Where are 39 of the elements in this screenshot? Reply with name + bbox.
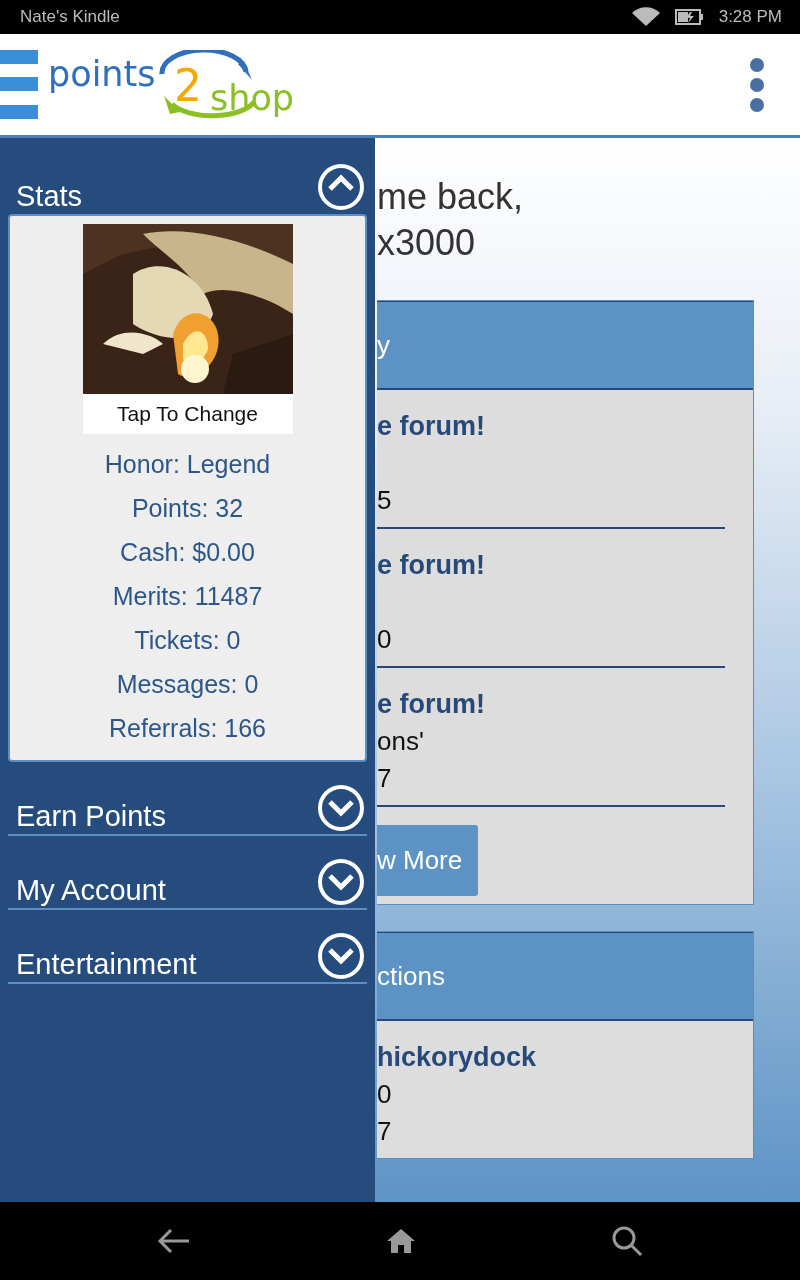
back-icon[interactable] [157,1228,192,1254]
item-value: 7 [377,762,393,795]
stat-text: Honor: Legend [104,449,271,480]
item-detail: 0 [377,1078,393,1111]
section-title[interactable]: Earn Points [8,798,166,834]
device-name: Nate's Kindle [20,7,120,27]
item-detail: ons' [377,725,425,758]
collapse-icon[interactable] [317,163,365,211]
search-icon[interactable] [610,1225,643,1257]
card-header: ctions [377,932,753,1021]
item-title[interactable]: hickorydock [377,1039,725,1076]
expand-icon[interactable] [317,858,365,906]
item-value: 0 [377,623,393,656]
expand-icon[interactable] [317,932,365,980]
item-value: 7 [377,1115,393,1148]
clock-time: 3:28 PM [718,7,782,27]
menu-icon[interactable] [0,49,38,120]
expand-icon[interactable] [317,784,365,832]
stat-text: Tickets: 0 [134,625,241,656]
item-title[interactable]: e forum! [377,686,725,723]
item-value: 5 [377,484,393,517]
home-icon[interactable] [386,1228,416,1254]
item-title[interactable]: e forum! [377,547,725,584]
greeting-text: me back, [377,175,525,219]
section-title[interactable]: Stats [8,178,83,214]
stat-text: Points: 32 [131,493,244,524]
tap-to-change-label[interactable]: Tap To Change [82,394,293,434]
stat-text: Messages: 0 [116,669,259,700]
section-title[interactable]: My Account [8,872,166,908]
stat-text: Merits: 11487 [112,581,263,612]
card-header: y [377,301,753,390]
stat-text: Cash: $0.00 [120,537,255,568]
wifi-icon [630,7,661,27]
battery-icon [674,8,705,26]
greeting-text: x3000 [377,221,477,265]
item-title[interactable]: e forum! [377,408,725,445]
section-title[interactable]: Entertainment [8,946,197,982]
more-options-icon[interactable] [749,56,765,113]
stat-text: Referrals: 166 [109,713,266,744]
